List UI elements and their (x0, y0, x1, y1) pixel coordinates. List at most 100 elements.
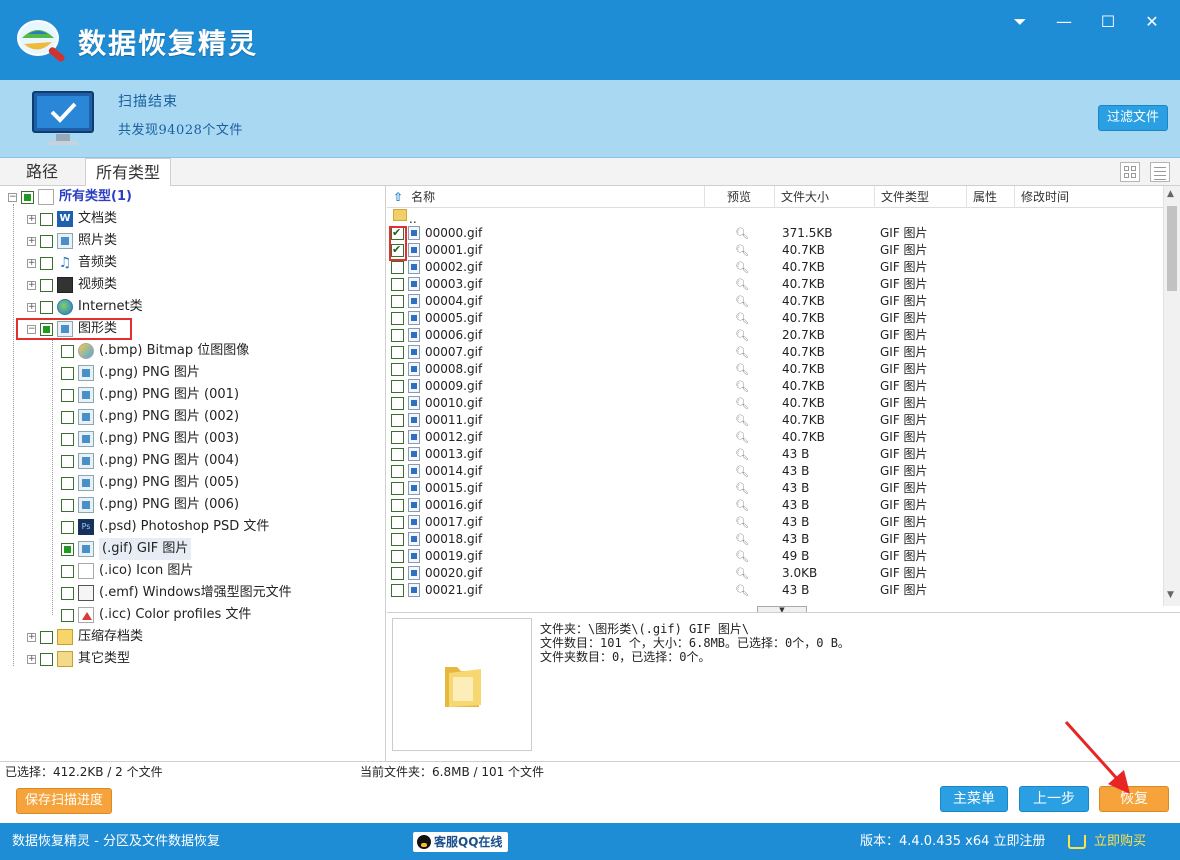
table-row[interactable]: 00018.gif 🔍︎ 43 B GIF 图片 (387, 531, 1163, 548)
table-row[interactable]: 00003.gif 🔍︎ 40.7KB GIF 图片 (387, 276, 1163, 293)
tree-item-gif[interactable]: (.gif) GIF 图片 (61, 538, 192, 560)
tree-item-png-005[interactable]: (.png) PNG 图片 (005) (61, 472, 239, 494)
table-row[interactable]: 00016.gif 🔍︎ 43 B GIF 图片 (387, 497, 1163, 514)
preview-magnifier-icon[interactable]: 🔍︎ (735, 293, 749, 310)
table-row[interactable]: 00000.gif 🔍︎ 371.5KB GIF 图片 (387, 224, 1163, 242)
preview-magnifier-icon[interactable]: 🔍︎ (735, 412, 749, 429)
row-checkbox[interactable] (391, 431, 404, 444)
preview-magnifier-icon[interactable]: 🔍︎ (735, 327, 749, 344)
save-scan-progress-button[interactable]: 保存扫描进度 (16, 788, 112, 814)
tree-checkbox[interactable] (61, 564, 74, 578)
column-preview[interactable]: 预览 (705, 186, 775, 208)
preview-magnifier-icon[interactable]: 🔍︎ (735, 378, 749, 395)
expand-icon[interactable]: + (27, 258, 36, 268)
row-checkbox[interactable] (391, 329, 404, 342)
close-icon[interactable]: ✕ (1142, 12, 1162, 32)
row-checkbox[interactable] (391, 346, 404, 359)
scrollbar-thumb[interactable] (1167, 206, 1177, 291)
maximize-icon[interactable]: ☐ (1098, 12, 1118, 32)
tree-item-png-006[interactable]: (.png) PNG 图片 (006) (61, 494, 239, 516)
row-checkbox[interactable] (391, 278, 404, 291)
tree-checkbox[interactable] (61, 454, 74, 468)
tree-item-ico[interactable]: (.ico) Icon 图片 (61, 560, 193, 582)
row-checkbox[interactable] (391, 550, 404, 563)
preview-magnifier-icon[interactable]: 🔍︎ (735, 531, 749, 548)
row-checkbox[interactable] (391, 584, 404, 597)
tree-checkbox[interactable] (61, 476, 74, 490)
parent-folder-row[interactable]: .. (387, 208, 1163, 226)
expand-icon[interactable]: + (27, 302, 36, 312)
row-checkbox[interactable] (391, 533, 404, 546)
preview-magnifier-icon[interactable]: 🔍︎ (735, 463, 749, 480)
tree-item-png[interactable]: (.png) PNG 图片 (61, 362, 200, 384)
row-checkbox[interactable] (391, 482, 404, 495)
preview-magnifier-icon[interactable]: 🔍︎ (735, 395, 749, 412)
table-row[interactable]: 00005.gif 🔍︎ 40.7KB GIF 图片 (387, 310, 1163, 327)
tree-checkbox[interactable] (61, 410, 74, 424)
preview-magnifier-icon[interactable]: 🔍︎ (735, 565, 749, 582)
column-modified[interactable]: 修改时间 (1015, 186, 1163, 208)
tree-checkbox[interactable] (40, 300, 53, 314)
table-row[interactable]: 00004.gif 🔍︎ 40.7KB GIF 图片 (387, 293, 1163, 310)
expand-icon[interactable]: + (27, 214, 36, 224)
preview-magnifier-icon[interactable]: 🔍︎ (735, 497, 749, 514)
tree-checkbox[interactable] (40, 630, 53, 644)
tree-root[interactable]: − 所有类型(1) (8, 186, 132, 208)
tree-checkbox[interactable] (61, 586, 74, 600)
preview-magnifier-icon[interactable]: 🔍︎ (735, 242, 749, 259)
filter-files-button[interactable]: 过滤文件 (1098, 105, 1168, 131)
expand-icon[interactable]: + (27, 280, 36, 290)
tree-checkbox[interactable] (61, 498, 74, 512)
row-checkbox[interactable] (391, 499, 404, 512)
tree-checkbox[interactable] (61, 520, 74, 534)
tree-checkbox[interactable] (40, 652, 53, 666)
column-attributes[interactable]: 属性 (967, 186, 1015, 208)
tree-item-other[interactable]: + 其它类型 (27, 648, 130, 670)
vertical-scrollbar[interactable]: ▲ ▼ (1163, 186, 1180, 606)
preview-magnifier-icon[interactable]: 🔍︎ (735, 480, 749, 497)
tree-item-archives[interactable]: + 压缩存档类 (27, 626, 143, 648)
preview-magnifier-icon[interactable]: 🔍︎ (735, 276, 749, 293)
column-size[interactable]: 文件大小 (775, 186, 875, 208)
tree-checkbox[interactable] (61, 542, 74, 556)
table-row[interactable]: 00020.gif 🔍︎ 3.0KB GIF 图片 (387, 565, 1163, 582)
qq-support-button[interactable]: 客服QQ在线 (413, 832, 509, 852)
expand-icon[interactable]: + (27, 632, 36, 642)
tree-checkbox[interactable] (61, 432, 74, 446)
tree-checkbox[interactable] (61, 344, 74, 358)
preview-magnifier-icon[interactable]: 🔍︎ (735, 514, 749, 531)
main-menu-button[interactable]: 主菜单 (940, 786, 1008, 812)
preview-magnifier-icon[interactable]: 🔍︎ (735, 361, 749, 378)
tab-all-types[interactable]: 所有类型 (85, 158, 172, 187)
tree-checkbox[interactable] (40, 278, 53, 292)
table-row[interactable]: 00007.gif 🔍︎ 40.7KB GIF 图片 (387, 344, 1163, 361)
preview-magnifier-icon[interactable]: 🔍︎ (735, 225, 749, 242)
table-row[interactable]: 00017.gif 🔍︎ 43 B GIF 图片 (387, 514, 1163, 531)
tree-checkbox[interactable] (40, 256, 53, 270)
row-checkbox[interactable] (391, 516, 404, 529)
tree-item-icc[interactable]: (.icc) Color profiles 文件 (61, 604, 251, 626)
tree-item-video[interactable]: + 视频类 (27, 274, 117, 296)
tab-path[interactable]: 路径 (16, 158, 68, 186)
tree-item-photos[interactable]: + 照片类 (27, 230, 117, 252)
preview-magnifier-icon[interactable]: 🔍︎ (735, 259, 749, 276)
row-checkbox[interactable] (391, 567, 404, 580)
table-row[interactable]: 00006.gif 🔍︎ 20.7KB GIF 图片 (387, 327, 1163, 344)
column-type[interactable]: 文件类型 (875, 186, 967, 208)
version-register-link[interactable]: 版本：4.4.0.435 x64 立即注册 (860, 823, 1046, 860)
row-checkbox[interactable] (391, 261, 404, 274)
table-row[interactable]: 00001.gif 🔍︎ 40.7KB GIF 图片 (387, 241, 1163, 259)
row-checkbox[interactable] (391, 448, 404, 461)
tree-item-internet[interactable]: + Internet类 (27, 296, 143, 318)
tree-item-png-004[interactable]: (.png) PNG 图片 (004) (61, 450, 239, 472)
table-row[interactable]: 00011.gif 🔍︎ 40.7KB GIF 图片 (387, 412, 1163, 429)
preview-magnifier-icon[interactable]: 🔍︎ (735, 344, 749, 361)
table-row[interactable]: 00012.gif 🔍︎ 40.7KB GIF 图片 (387, 429, 1163, 446)
menu-dropdown-icon[interactable]: ⏷ (1010, 12, 1030, 32)
column-name[interactable]: ⇧ 名称 (387, 186, 705, 208)
table-row[interactable]: 00021.gif 🔍︎ 43 B GIF 图片 (387, 582, 1163, 599)
row-checkbox[interactable] (391, 414, 404, 427)
buy-now-link[interactable]: 立即购买 (1068, 823, 1146, 860)
row-checkbox[interactable] (391, 380, 404, 393)
tree-item-png-003[interactable]: (.png) PNG 图片 (003) (61, 428, 239, 450)
